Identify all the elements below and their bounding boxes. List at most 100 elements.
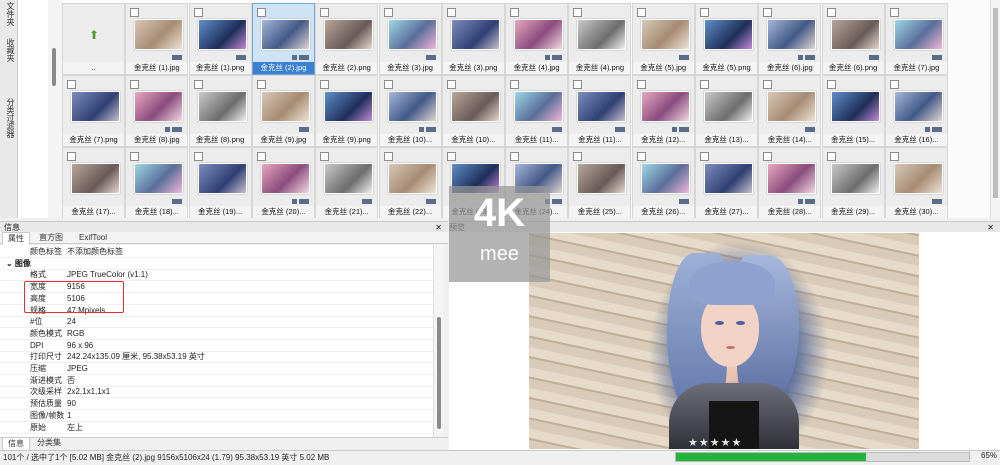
- checkbox[interactable]: [130, 80, 140, 89]
- thumbnail-item[interactable]: 金克丝 (22)...: [378, 147, 442, 218]
- thumbnail-item[interactable]: 金克丝 (5).jpg: [631, 3, 695, 75]
- thumbnail-item[interactable]: ⬆..: [62, 3, 125, 75]
- checkbox[interactable]: [67, 80, 76, 89]
- thumbnail-item[interactable]: 金克丝 (20)...: [251, 147, 315, 218]
- tab-category-filter[interactable]: 分类过滤器: [2, 98, 16, 138]
- thumbnail-item[interactable]: 金克丝 (18)...: [125, 147, 189, 218]
- checkbox[interactable]: [700, 80, 709, 89]
- thumbnail-item[interactable]: 金克丝 (1).jpg: [125, 3, 189, 75]
- checkbox[interactable]: [446, 152, 456, 161]
- thumbnail-item[interactable]: 金克丝 (6).png: [821, 3, 885, 75]
- checkbox[interactable]: [573, 8, 583, 17]
- checkbox[interactable]: [193, 8, 203, 17]
- tab-folders[interactable]: 文件夹: [2, 2, 16, 26]
- checkbox[interactable]: [889, 80, 899, 89]
- checkbox[interactable]: [67, 152, 76, 161]
- checkbox[interactable]: [446, 80, 456, 89]
- thumbnail-item[interactable]: 金克丝 (7).png: [62, 75, 125, 147]
- thumbnail-item[interactable]: 金克丝 (8).jpg: [125, 75, 189, 147]
- thumbnail-image: [704, 91, 753, 122]
- checkbox[interactable]: [510, 152, 520, 161]
- thumbnail-item[interactable]: 金克丝 (4).jpg: [505, 3, 569, 75]
- thumbnail-item[interactable]: 金克丝 (4).png: [568, 3, 632, 75]
- properties-scrollbar[interactable]: [434, 245, 444, 437]
- checkbox[interactable]: [446, 8, 456, 17]
- thumbnail-image: [640, 19, 690, 50]
- thumbnail-item[interactable]: 金克丝 (3).jpg: [378, 3, 442, 75]
- checkbox[interactable]: [383, 152, 393, 161]
- checkbox[interactable]: [636, 8, 646, 17]
- checkbox[interactable]: [256, 8, 266, 17]
- preview-image[interactable]: [529, 233, 919, 449]
- scroll-thumb[interactable]: [437, 317, 441, 429]
- tab-properties[interactable]: 属性: [2, 232, 30, 245]
- thumbnail-item[interactable]: 金克丝 (6).jpg: [758, 3, 822, 75]
- rating-stars[interactable]: ★★★★★: [688, 436, 742, 449]
- thumbnail-caption: 金克丝 (16)...: [885, 134, 947, 146]
- checkbox[interactable]: [320, 80, 330, 89]
- thumbnail-item[interactable]: 金克丝 (2).png: [315, 3, 379, 75]
- scroll-thumb[interactable]: [52, 48, 56, 86]
- tab-histogram[interactable]: 直方图: [34, 232, 68, 244]
- checkbox[interactable]: [320, 152, 330, 161]
- thumbnail-item[interactable]: 金克丝 (25)...: [568, 147, 632, 218]
- thumbnail-item[interactable]: 金克丝 (16)...: [884, 75, 948, 147]
- thumbnail-item[interactable]: 金克丝 (8).png: [188, 75, 252, 147]
- thumbnail-item[interactable]: 金克丝 (17)...: [62, 147, 125, 218]
- tab-exiftool[interactable]: ExifTool: [74, 232, 112, 244]
- grid-scrollbar[interactable]: [990, 0, 1000, 218]
- tab-info[interactable]: 信息: [2, 437, 30, 450]
- checkbox[interactable]: [256, 152, 266, 161]
- thumbnail-item[interactable]: 金克丝 (10)...: [441, 75, 505, 147]
- checkbox[interactable]: [193, 152, 203, 161]
- thumbnail-item[interactable]: 金克丝 (28)...: [758, 147, 822, 218]
- checkbox[interactable]: [573, 152, 583, 161]
- checkbox[interactable]: [510, 80, 520, 89]
- thumbnail-item[interactable]: 金克丝 (11)...: [505, 75, 569, 147]
- thumbnail-item[interactable]: 金克丝 (14)...: [758, 75, 822, 147]
- checkbox[interactable]: [383, 8, 393, 17]
- thumbnail-item[interactable]: 金克丝 (26)...: [631, 147, 695, 218]
- thumbnail-item[interactable]: 金克丝 (13)...: [695, 75, 758, 147]
- checkbox[interactable]: [636, 80, 646, 89]
- thumbnail-item[interactable]: 金克丝 (27)...: [695, 147, 758, 218]
- checkbox[interactable]: [763, 80, 773, 89]
- checkbox[interactable]: [193, 80, 203, 89]
- scroll-thumb[interactable]: [993, 8, 998, 198]
- checkbox[interactable]: [130, 152, 140, 161]
- checkbox[interactable]: [573, 80, 583, 89]
- thumbnail-item[interactable]: 金克丝 (21)...: [315, 147, 379, 218]
- thumbnail-item[interactable]: 金克丝 (7).jpg: [884, 3, 948, 75]
- thumbnail-item[interactable]: 金克丝 (10)...: [378, 75, 442, 147]
- thumbnail-item[interactable]: 金克丝 (15)...: [821, 75, 885, 147]
- thumbnail-item[interactable]: 金克丝 (12)...: [631, 75, 695, 147]
- thumbnail-item[interactable]: 金克丝 (9).png: [315, 75, 379, 147]
- checkbox[interactable]: [763, 8, 773, 17]
- checkbox[interactable]: [636, 152, 646, 161]
- checkbox[interactable]: [510, 8, 520, 17]
- checkbox[interactable]: [889, 8, 899, 17]
- checkbox[interactable]: [700, 8, 709, 17]
- checkbox[interactable]: [889, 152, 899, 161]
- checkbox[interactable]: [826, 152, 836, 161]
- thumbnail-item[interactable]: 金克丝 (9).jpg: [251, 75, 315, 147]
- thumbnail-item[interactable]: 金克丝 (5).png: [695, 3, 758, 75]
- tab-favorites[interactable]: 收藏夹: [2, 38, 16, 62]
- checkbox[interactable]: [383, 80, 393, 89]
- checkbox[interactable]: [130, 8, 140, 17]
- sidebar-scrollbar[interactable]: [48, 0, 62, 218]
- checkbox[interactable]: [826, 8, 836, 17]
- checkbox[interactable]: [320, 8, 330, 17]
- thumbnail-item[interactable]: 金克丝 (29)...: [821, 147, 885, 218]
- thumbnail-item[interactable]: 金克丝 (2).jpg: [251, 3, 315, 75]
- thumbnail-item[interactable]: 金克丝 (11)...: [568, 75, 632, 147]
- checkbox[interactable]: [826, 80, 836, 89]
- checkbox[interactable]: [700, 152, 709, 161]
- thumbnail-item[interactable]: 金克丝 (1).png: [188, 3, 252, 75]
- thumbnail-item[interactable]: 金克丝 (19)...: [188, 147, 252, 218]
- checkbox[interactable]: [763, 152, 773, 161]
- thumbnail-item[interactable]: 金克丝 (3).png: [441, 3, 505, 75]
- tab-category-set[interactable]: 分类集: [32, 437, 66, 449]
- thumbnail-item[interactable]: 金克丝 (30)...: [884, 147, 948, 218]
- checkbox[interactable]: [256, 80, 266, 89]
